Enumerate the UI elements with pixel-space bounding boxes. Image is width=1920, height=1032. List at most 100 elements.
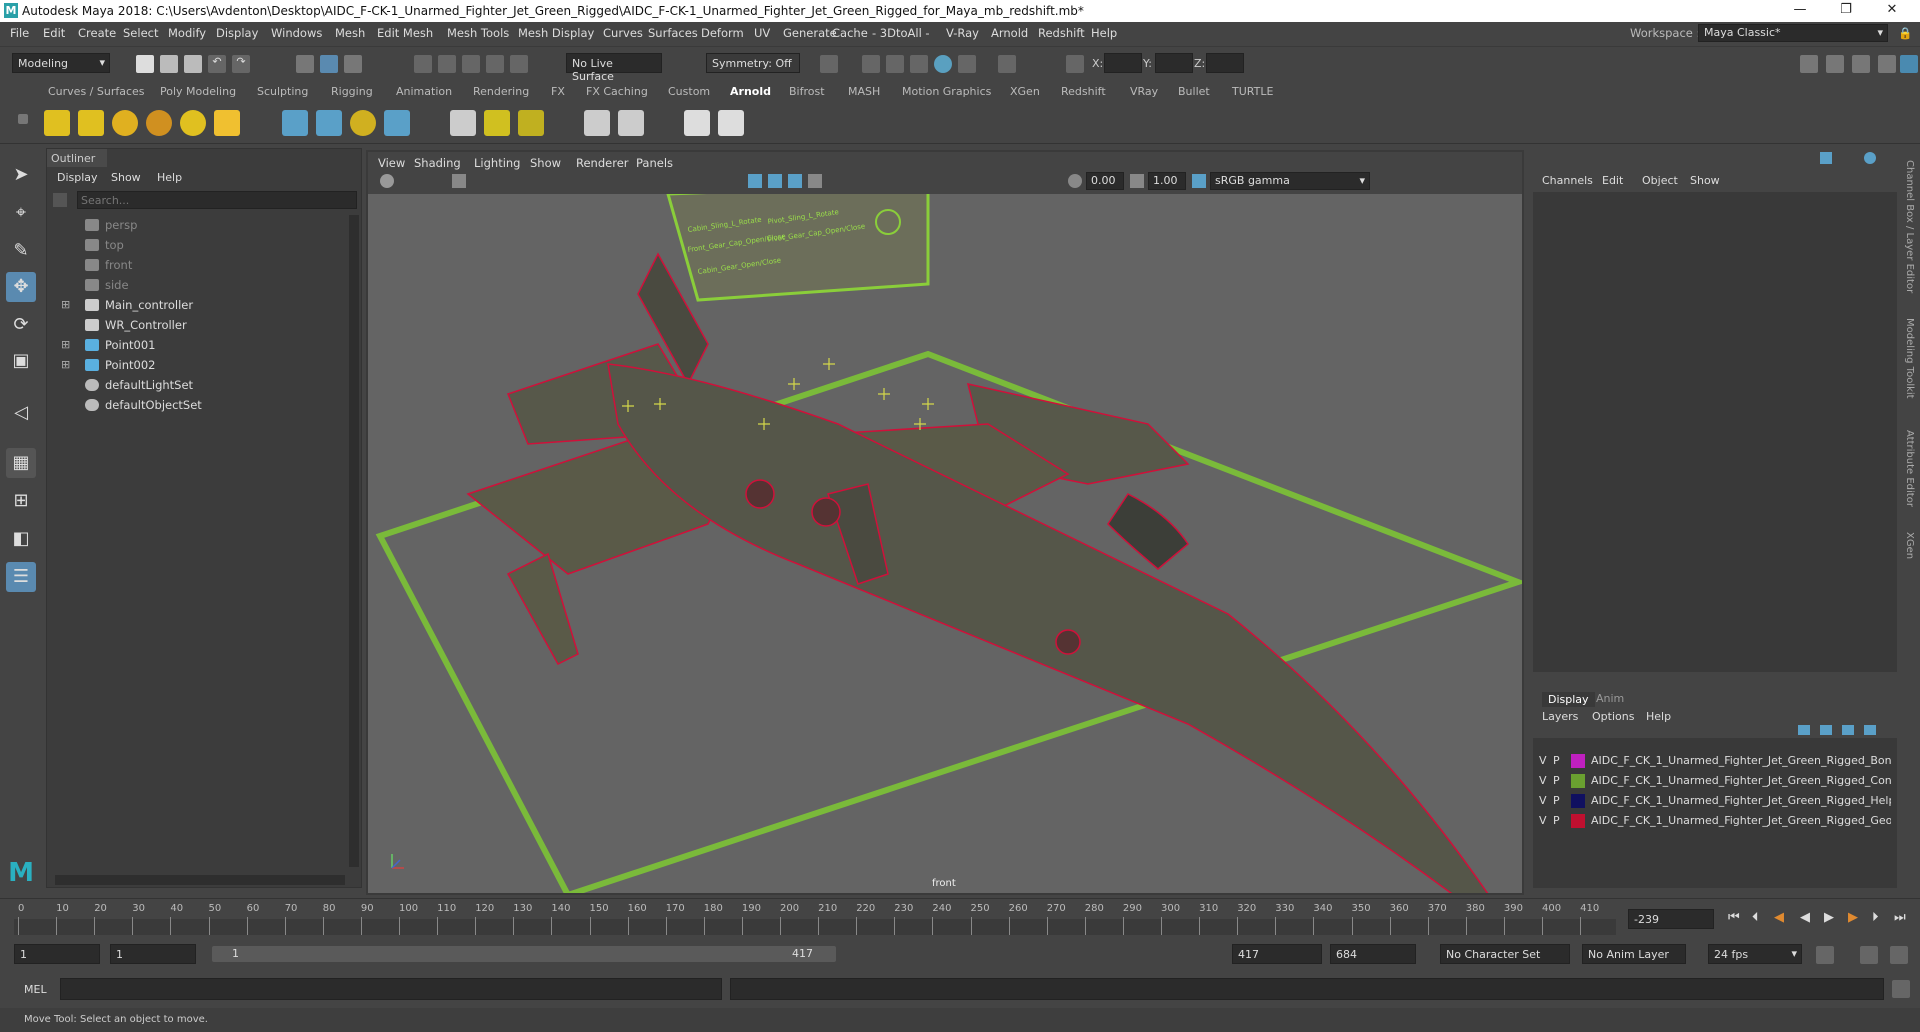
playback-toggle[interactable]: P xyxy=(1553,754,1560,767)
exposure-field[interactable]: 0.00 xyxy=(1086,172,1124,190)
filter-icon[interactable] xyxy=(53,193,67,207)
gamma-icon[interactable] xyxy=(1130,174,1144,188)
menu-item-file[interactable]: File xyxy=(10,26,29,40)
modeling-toolkit-icon[interactable] xyxy=(1826,55,1844,73)
outliner-item[interactable]: persp xyxy=(105,218,137,232)
tool-settings-icon[interactable] xyxy=(1878,55,1896,73)
layer-move-down-icon[interactable] xyxy=(1820,725,1832,735)
channelbox-menu-channels[interactable]: Channels xyxy=(1542,174,1593,187)
viewport-menu-lighting[interactable]: Lighting xyxy=(474,156,520,170)
channel-box-toggle-icon[interactable] xyxy=(1820,152,1832,164)
visibility-toggle[interactable]: V xyxy=(1539,814,1547,827)
channel-box-icon[interactable] xyxy=(1900,55,1918,73)
shelf-tab-rigging[interactable]: Rigging xyxy=(331,85,373,98)
auto-key-icon[interactable] xyxy=(1860,946,1878,964)
animation-end-field[interactable]: 684 xyxy=(1330,944,1416,964)
scene-view[interactable]: Cabin_Sling_L_Rotate Pivot_Sling_L_Rotat… xyxy=(368,194,1522,895)
side-tab[interactable]: XGen xyxy=(1904,532,1915,559)
step-forward-frame-icon[interactable]: ▶ xyxy=(1848,910,1858,925)
shelf-tab-vray[interactable]: VRay xyxy=(1130,85,1158,98)
outliner-item[interactable]: Point002 xyxy=(105,358,156,372)
layer-tab-display[interactable]: Display xyxy=(1542,692,1595,707)
loop-icon[interactable] xyxy=(1816,946,1834,964)
undo-icon[interactable]: ↶ xyxy=(208,55,226,73)
character-set-dropdown[interactable]: No Character Set xyxy=(1440,944,1570,964)
render-view-icon[interactable] xyxy=(958,55,976,73)
current-frame-field[interactable]: -239 xyxy=(1628,909,1714,929)
animation-start-field[interactable]: 1 xyxy=(14,944,100,964)
select-component-icon[interactable] xyxy=(344,55,362,73)
symmetry-dropdown[interactable]: Symmetry: Off xyxy=(706,53,800,73)
outliner-item[interactable]: top xyxy=(105,238,124,252)
expand-icon[interactable]: ⊞ xyxy=(61,298,70,311)
wireframe-icon[interactable] xyxy=(748,174,762,188)
select-tool-icon[interactable]: ➤ xyxy=(6,160,36,190)
ipr-render-icon[interactable] xyxy=(886,55,904,73)
play-forward-icon[interactable]: ▶ xyxy=(1824,910,1834,925)
shelf-tab-poly-modeling[interactable]: Poly Modeling xyxy=(160,85,236,98)
script-editor-icon[interactable] xyxy=(1892,980,1910,998)
menu-item-cache[interactable]: Cache xyxy=(832,26,868,40)
outliner-menu-help[interactable]: Help xyxy=(157,171,182,184)
expand-icon[interactable]: ⊞ xyxy=(61,358,70,371)
outliner-item[interactable]: side xyxy=(105,278,129,292)
layer-menu-options[interactable]: Options xyxy=(1592,710,1634,723)
transform-mode-icon[interactable] xyxy=(1066,55,1084,73)
go-to-end-icon[interactable]: ⏭ xyxy=(1894,910,1906,925)
snap-view-icon[interactable] xyxy=(486,55,504,73)
colorspace-dropdown[interactable]: sRGB gamma ▾ xyxy=(1210,172,1370,190)
save-scene-icon[interactable] xyxy=(184,55,202,73)
arnold-log-icon[interactable] xyxy=(618,110,644,136)
shelf-tab-sculpting[interactable]: Sculpting xyxy=(257,85,308,98)
outliner-item[interactable]: front xyxy=(105,258,132,272)
viewport-menu-show[interactable]: Show xyxy=(530,156,561,170)
viewport-menu-renderer[interactable]: Renderer xyxy=(576,156,629,170)
arnold-standin-icon[interactable] xyxy=(282,110,308,136)
outliner-search-input[interactable] xyxy=(77,191,357,209)
smooth-shade-icon[interactable] xyxy=(768,174,782,188)
arnold-curve-collector-icon[interactable] xyxy=(384,110,410,136)
close-button[interactable]: ✕ xyxy=(1872,2,1912,20)
hypershade-icon[interactable] xyxy=(934,55,952,73)
menu-item-uv[interactable]: UV xyxy=(754,26,770,40)
layer-color-swatch[interactable] xyxy=(1571,814,1585,828)
menu-item-display[interactable]: Display xyxy=(216,26,258,40)
shelf-tab-turtle[interactable]: TURTLE xyxy=(1232,85,1273,98)
menu-item-mesh[interactable]: Mesh xyxy=(335,26,365,40)
paint-select-icon[interactable]: ✎ xyxy=(6,236,36,266)
anim-layer-dropdown[interactable]: No Anim Layer xyxy=(1582,944,1686,964)
menu-item-edit[interactable]: Edit xyxy=(43,26,65,40)
arnold-license-icon[interactable] xyxy=(584,110,610,136)
outliner-layout-icon[interactable]: ☰ xyxy=(6,562,36,592)
channel-box-area[interactable] xyxy=(1533,192,1897,672)
live-surface-field[interactable]: No Live Surface xyxy=(566,53,662,83)
side-tab[interactable]: Channel Box / Layer Editor xyxy=(1904,160,1915,293)
arnold-texture-icon[interactable] xyxy=(484,110,510,136)
menu-item-curves[interactable]: Curves xyxy=(603,26,643,40)
snap-grid-icon[interactable] xyxy=(414,55,432,73)
minimize-button[interactable]: — xyxy=(1780,2,1820,20)
outliner-item[interactable]: defaultObjectSet xyxy=(105,398,202,412)
visibility-toggle[interactable]: V xyxy=(1539,754,1547,767)
menu-item-help[interactable]: Help xyxy=(1091,26,1117,40)
snap-curve-icon[interactable] xyxy=(438,55,456,73)
playback-toggle[interactable]: P xyxy=(1553,774,1560,787)
step-back-frame-icon[interactable]: ◀ xyxy=(1774,910,1784,925)
viewport-panel[interactable]: View Shading Lighting Show Renderer Panels 0.… xyxy=(366,150,1524,895)
last-tool-icon[interactable]: ◁ xyxy=(6,398,36,428)
workspace-dropdown[interactable]: Maya Classic* ▾ xyxy=(1698,24,1888,42)
arnold-flush-cache-icon[interactable] xyxy=(450,110,476,136)
shelf-tab-curves-surfaces[interactable]: Curves / Surfaces xyxy=(48,85,145,98)
expand-icon[interactable]: ⊞ xyxy=(61,338,70,351)
menu-item-mesh-tools[interactable]: Mesh Tools xyxy=(447,26,509,40)
side-tab[interactable]: Attribute Editor xyxy=(1904,430,1915,507)
play-back-icon[interactable]: ◀ xyxy=(1800,910,1810,925)
playback-end-field[interactable]: 417 xyxy=(1232,944,1322,964)
shelf-tab-arnold[interactable]: Arnold xyxy=(730,85,771,98)
workspace-toggle-icon[interactable] xyxy=(1800,55,1818,73)
viewport-menu-panels[interactable]: Panels xyxy=(636,156,673,170)
viewport-menu-shading[interactable]: Shading xyxy=(414,156,461,170)
arnold-area-light-icon[interactable] xyxy=(44,110,70,136)
pause-icon[interactable] xyxy=(998,55,1016,73)
wireframe-on-shaded-icon[interactable] xyxy=(788,174,802,188)
